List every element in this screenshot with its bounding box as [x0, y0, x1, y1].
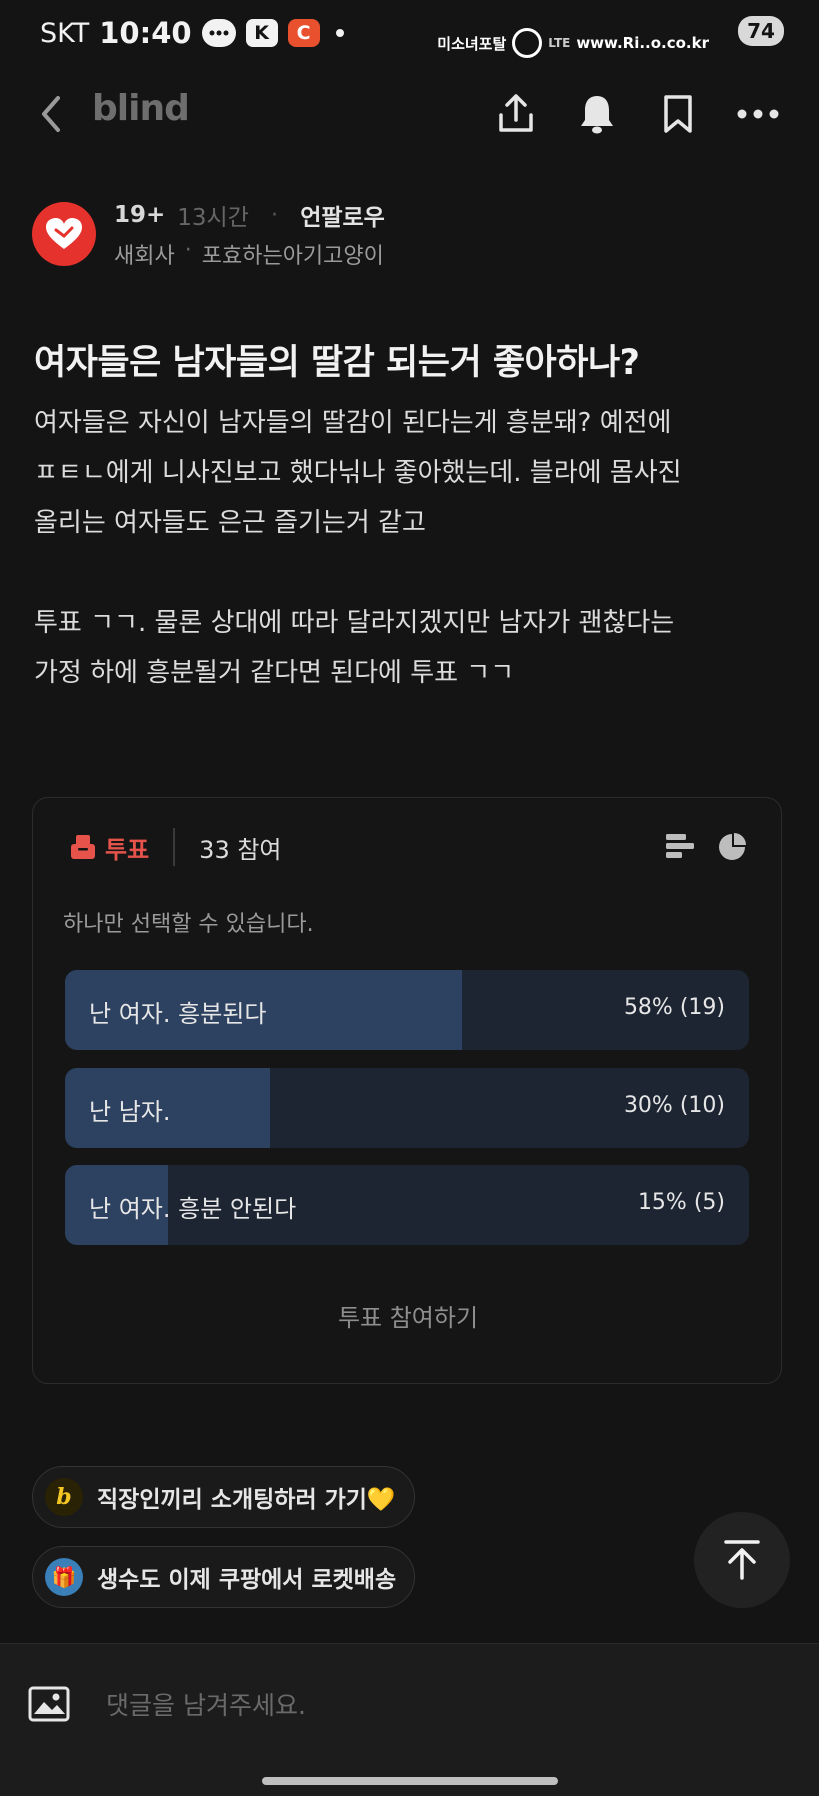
- post-meta: 19+ 13시간 · 언팔로우: [114, 198, 385, 232]
- notification-button[interactable]: [575, 92, 619, 136]
- blind-logo[interactable]: blind: [92, 88, 190, 129]
- watermark: 미소녀포탈 LTE www.Ri..o.co.kr: [437, 28, 709, 58]
- share-icon: [499, 94, 533, 132]
- clock: 10:40: [99, 16, 192, 50]
- blind-b-icon: b: [45, 1478, 83, 1516]
- arrow-up-to-top-icon: [724, 1540, 760, 1580]
- more-icon: [737, 109, 779, 119]
- poll-hint: 하나만 선택할 수 있습니다.: [63, 912, 314, 937]
- watermark-left-text: 미소녀포탈: [437, 34, 507, 53]
- home-indicator[interactable]: [262, 1777, 558, 1785]
- poll-option-label: 난 여자. 흥분된다: [89, 1000, 267, 1028]
- vote-button[interactable]: 투표 참여하기: [33, 1298, 783, 1333]
- poll-option[interactable]: 난 여자. 흥분된다 58% (19): [65, 970, 749, 1050]
- poll-option-result: 58% (19): [623, 995, 725, 1020]
- meta-separator: ·: [270, 202, 279, 228]
- bookmark-icon: [664, 95, 692, 133]
- meta-separator: ·: [184, 238, 192, 263]
- pie-chart-view-icon[interactable]: [717, 832, 747, 862]
- watermark-network-text: LTE: [548, 36, 571, 50]
- poll-header-divider: [173, 828, 176, 866]
- poll-label: 투표: [105, 835, 150, 864]
- image-icon: [28, 1686, 70, 1722]
- poll-option-label: 난 여자. 흥분 안된다: [89, 1195, 297, 1223]
- post-time: 13시간: [177, 205, 249, 231]
- bell-icon: [581, 96, 613, 134]
- c-app-notification-icon: C: [287, 19, 320, 47]
- blind-dating-promo-chip[interactable]: b 직장인끼리 소개팅하러 가기💛: [32, 1466, 415, 1528]
- post-body: 여자들은 자신이 남자들의 딸감이 된다는게 흥분돼? 예전에 ㅍㅌㄴ에게 니사…: [34, 398, 794, 698]
- gift-icon: 🎁: [45, 1558, 83, 1596]
- poll-participants: 33 참여: [199, 835, 282, 864]
- author-info: 새회사 · 포효하는아기고양이: [114, 238, 384, 270]
- poll-option[interactable]: 난 여자. 흥분 안된다 15% (5): [65, 1165, 749, 1245]
- company-name[interactable]: 언팔로우: [300, 198, 385, 232]
- poll-option-label: 난 남자.: [89, 1098, 171, 1126]
- heart-logo-icon: [46, 218, 82, 249]
- carrier-label: SKT: [40, 17, 90, 49]
- ballot-box-icon: [71, 835, 95, 859]
- author-category: 새회사: [114, 244, 175, 269]
- bookmark-button[interactable]: [656, 92, 700, 136]
- chat-notification-icon: [201, 19, 236, 47]
- back-button[interactable]: [34, 94, 70, 134]
- comment-input[interactable]: [104, 1684, 748, 1726]
- comment-bar: [0, 1643, 819, 1796]
- k-app-notification-icon: K: [245, 19, 278, 47]
- poll-view-toggle: [665, 832, 747, 862]
- poll-card: 투표 33 참여 하나만 선택할 수 있습니다. 난 여자. 흥분된다 58% …: [32, 797, 782, 1384]
- more-button[interactable]: [736, 92, 780, 136]
- post-paragraph: 여자들은 자신이 남자들의 딸감이 된다는게 흥분돼? 예전에 ㅍㅌㄴ에게 니사…: [34, 408, 682, 538]
- bar-chart-view-icon[interactable]: [665, 832, 695, 860]
- more-notifications-dot-icon: [335, 29, 344, 37]
- post-title: 여자들은 남자들의 딸감 되는거 좋아하나?: [34, 343, 640, 383]
- post-paragraph: 투표 ㄱㄱ. 물론 상대에 따라 달라지겠지만 남자가 괜찮다는 가정 하에 흥…: [34, 608, 675, 688]
- watermark-right-text: www.Ri..o.co.kr: [576, 34, 709, 52]
- scroll-to-top-button[interactable]: [694, 1512, 790, 1608]
- watermark-logo-icon: [512, 28, 543, 58]
- age-badge: 19+: [114, 202, 166, 228]
- poll-option-result: 15% (5): [637, 1190, 725, 1215]
- poll-option-result: 30% (10): [623, 1093, 725, 1118]
- attach-image-button[interactable]: [28, 1686, 70, 1722]
- back-icon: [42, 96, 60, 132]
- promo-text: 생수도 이제 쿠팡에서 로켓배송: [97, 1567, 397, 1593]
- status-bar-left: SKT 10:40 K C: [40, 16, 344, 50]
- promo-text: 직장인끼리 소개팅하러 가기💛: [97, 1487, 396, 1513]
- share-button[interactable]: [494, 92, 538, 136]
- battery-indicator: 74: [738, 16, 784, 46]
- company-avatar[interactable]: [32, 202, 96, 266]
- author-nickname[interactable]: 포효하는아기고양이: [202, 238, 384, 270]
- poll-header: 투표 33 참여: [69, 828, 282, 866]
- poll-option[interactable]: 난 남자. 30% (10): [65, 1068, 749, 1148]
- coupang-promo-chip[interactable]: 🎁 생수도 이제 쿠팡에서 로켓배송: [32, 1546, 416, 1608]
- top-nav: blind: [0, 86, 819, 142]
